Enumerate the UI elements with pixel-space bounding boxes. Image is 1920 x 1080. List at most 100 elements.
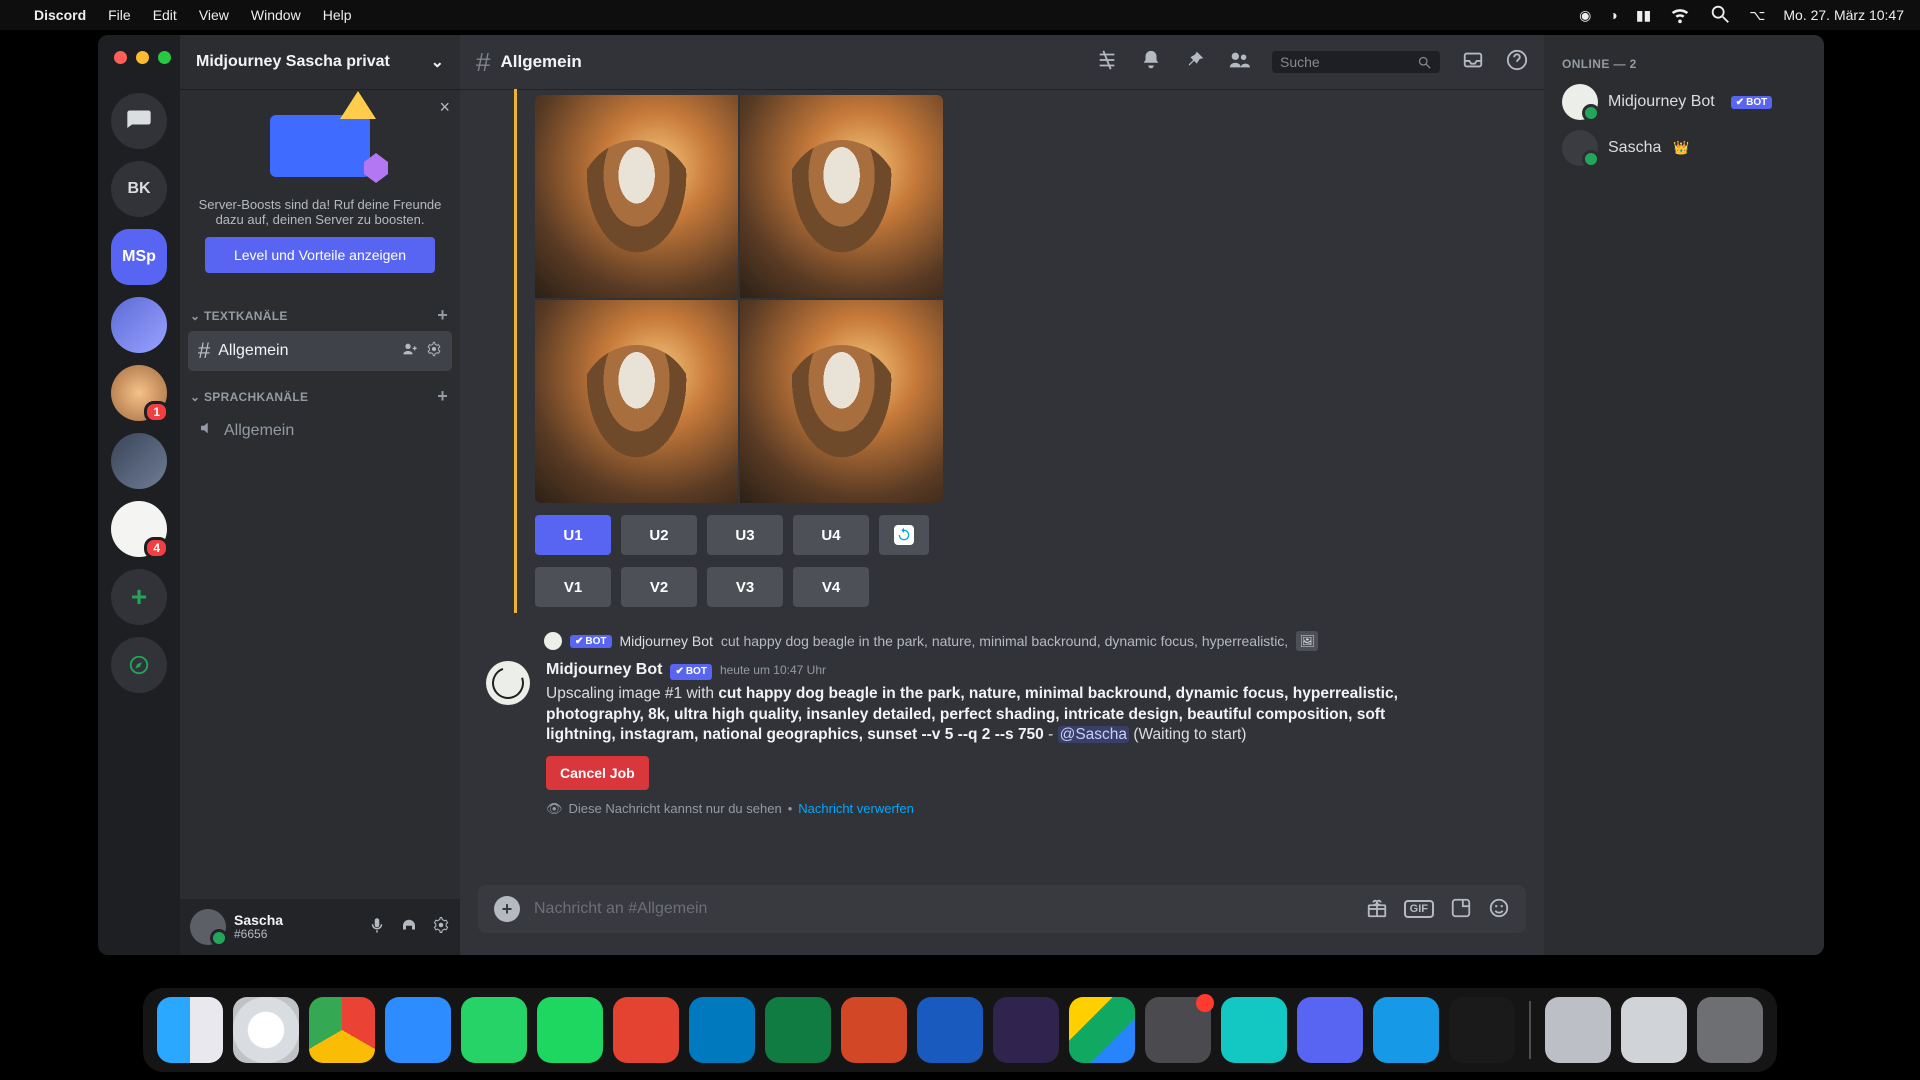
help-icon[interactable] <box>1506 49 1528 76</box>
battery-icon[interactable]: ▮▮ <box>1636 7 1651 24</box>
image-grid[interactable] <box>535 95 943 503</box>
dock-excel[interactable] <box>765 997 831 1063</box>
dock-chrome[interactable] <box>309 997 375 1063</box>
window-zoom-button[interactable] <box>158 51 171 64</box>
gif-button[interactable]: GIF <box>1404 900 1434 918</box>
chat-scroll[interactable]: U1 U2 U3 U4 V1 V2 V3 V4 ✔ BOT <box>460 89 1544 875</box>
dock-googledrive[interactable] <box>1069 997 1135 1063</box>
dock-spotify[interactable] <box>537 997 603 1063</box>
generated-image-1[interactable] <box>535 95 738 298</box>
server-button[interactable]: 4 <box>111 501 167 557</box>
server-button-bk[interactable]: BK <box>111 161 167 217</box>
window-minimize-button[interactable] <box>136 51 149 64</box>
add-server-button[interactable]: + <box>111 569 167 625</box>
attach-button[interactable]: + <box>494 896 520 922</box>
dock-todoist[interactable] <box>613 997 679 1063</box>
dismiss-link[interactable]: Nachricht verwerfen <box>798 800 914 818</box>
category-text-channels[interactable]: ⌄ TEXTKANÄLE + <box>180 291 460 330</box>
u3-button[interactable]: U3 <box>707 515 783 555</box>
wifi-icon[interactable] <box>1669 3 1691 28</box>
close-icon[interactable]: × <box>439 97 450 118</box>
dock-zoom[interactable] <box>385 997 451 1063</box>
sticker-icon[interactable] <box>1450 897 1472 922</box>
record-icon[interactable]: ◉ <box>1579 7 1591 24</box>
gear-icon[interactable] <box>432 916 450 939</box>
server-button[interactable]: 1 <box>111 365 167 421</box>
dock-settings[interactable] <box>1145 997 1211 1063</box>
voice-channel-allgemein[interactable]: Allgemein <box>188 412 452 449</box>
generated-image-2[interactable] <box>740 95 943 298</box>
v1-button[interactable]: V1 <box>535 567 611 607</box>
dock-trash[interactable] <box>1697 997 1763 1063</box>
generated-image-3[interactable] <box>535 300 738 503</box>
window-close-button[interactable] <box>114 51 127 64</box>
cancel-job-button[interactable]: Cancel Job <box>546 756 649 790</box>
mute-icon[interactable] <box>368 916 386 939</box>
user-avatar[interactable] <box>190 909 226 945</box>
u4-button[interactable]: U4 <box>793 515 869 555</box>
threads-icon[interactable] <box>1096 49 1118 76</box>
dock-recent-2[interactable] <box>1621 997 1687 1063</box>
dock-powerpoint[interactable] <box>841 997 907 1063</box>
u1-button[interactable]: U1 <box>535 515 611 555</box>
dock-app-teal[interactable] <box>1221 997 1287 1063</box>
v2-button[interactable]: V2 <box>621 567 697 607</box>
spotlight-icon[interactable] <box>1709 3 1731 28</box>
menubar-item[interactable]: Help <box>323 7 352 23</box>
dock-discord[interactable] <box>1297 997 1363 1063</box>
add-channel-icon[interactable]: + <box>437 305 448 326</box>
member-item-sascha[interactable]: Sascha 👑 <box>1554 125 1814 171</box>
dock-imovie[interactable] <box>993 997 1059 1063</box>
reply-reference[interactable]: ✔ BOT Midjourney Bot cut happy dog beagl… <box>544 631 1526 651</box>
user-mention[interactable]: @Sascha <box>1058 726 1129 743</box>
menubar-item[interactable]: Edit <box>153 7 177 23</box>
username: Sascha <box>234 912 283 928</box>
add-channel-icon[interactable]: + <box>437 386 448 407</box>
server-button[interactable] <box>111 297 167 353</box>
menubar-app-name[interactable]: Discord <box>34 7 86 23</box>
v3-button[interactable]: V3 <box>707 567 783 607</box>
emoji-icon[interactable] <box>1488 897 1510 922</box>
u2-button[interactable]: U2 <box>621 515 697 555</box>
boost-cta-button[interactable]: Level und Vorteile anzeigen <box>205 237 435 273</box>
dock-whatsapp[interactable] <box>461 997 527 1063</box>
inbox-icon[interactable] <box>1462 49 1484 76</box>
v4-button[interactable]: V4 <box>793 567 869 607</box>
control-center-icon[interactable]: ⌥ <box>1749 7 1765 24</box>
gift-icon[interactable] <box>1366 897 1388 922</box>
gear-icon[interactable] <box>426 341 442 362</box>
dock-finder[interactable] <box>157 997 223 1063</box>
explore-servers-button[interactable] <box>111 637 167 693</box>
menubar-item[interactable]: Window <box>251 7 301 23</box>
message-author[interactable]: Midjourney Bot <box>546 659 662 681</box>
pin-icon[interactable] <box>1184 49 1206 76</box>
menubar-item[interactable]: View <box>199 7 229 23</box>
clock-extra-icon[interactable]: ◑ <box>1609 7 1617 23</box>
text-channel-allgemein[interactable]: # Allgemein <box>188 331 452 371</box>
search-input[interactable]: Suche <box>1272 51 1440 73</box>
invite-icon[interactable] <box>402 341 418 362</box>
message-avatar[interactable] <box>486 661 530 705</box>
generated-image-4[interactable] <box>740 300 943 503</box>
dm-home-button[interactable] <box>111 93 167 149</box>
server-button[interactable] <box>111 433 167 489</box>
member-item-bot[interactable]: Midjourney Bot ✔ BOT <box>1554 79 1814 125</box>
deafen-icon[interactable] <box>400 916 418 939</box>
dock-quicktime[interactable] <box>1373 997 1439 1063</box>
server-header[interactable]: Midjourney Sascha privat ⌄ <box>180 35 460 89</box>
server-initials: MSp <box>122 248 156 266</box>
reroll-button[interactable] <box>879 515 929 555</box>
message-composer[interactable]: + Nachricht an #Allgemein GIF <box>478 885 1526 933</box>
dock-word[interactable] <box>917 997 983 1063</box>
dock-trello[interactable] <box>689 997 755 1063</box>
dock-audio-app[interactable] <box>1449 997 1515 1063</box>
dock-safari[interactable] <box>233 997 299 1063</box>
members-icon[interactable] <box>1228 49 1250 76</box>
menubar-item[interactable]: File <box>108 7 131 23</box>
menubar-datetime[interactable]: Mo. 27. März 10:47 <box>1783 7 1904 23</box>
server-button-msp[interactable]: MSp <box>111 229 167 285</box>
menubar-app-menu: Discord File Edit View Window Help <box>34 7 352 23</box>
bell-icon[interactable] <box>1140 49 1162 76</box>
dock-recent-1[interactable] <box>1545 997 1611 1063</box>
category-voice-channels[interactable]: ⌄ SPRACHKANÄLE + <box>180 372 460 411</box>
